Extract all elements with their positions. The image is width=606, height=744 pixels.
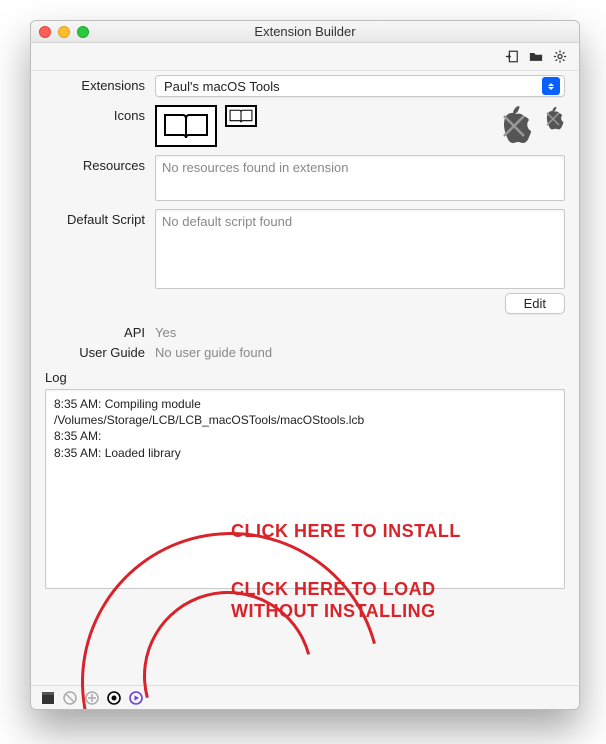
extension-builder-window: Extension Builder Extensions Paul's macO… — [30, 20, 580, 710]
annotation-load-2: WITHOUT INSTALLING — [231, 601, 436, 622]
close-button[interactable] — [39, 26, 51, 38]
user-guide-value: No user guide found — [155, 342, 565, 360]
stop-icon[interactable] — [63, 691, 77, 705]
apple-tools-icon-small — [541, 105, 565, 133]
log-line: 8:35 AM: Compiling module — [54, 396, 556, 412]
import-icon[interactable] — [505, 50, 519, 64]
folder-icon[interactable] — [529, 50, 543, 64]
icon-preview-large[interactable] — [155, 105, 217, 147]
api-label: API — [45, 322, 155, 340]
api-value: Yes — [155, 322, 565, 340]
extensions-value: Paul's macOS Tools — [164, 79, 542, 94]
log-line: 8:35 AM: — [54, 428, 556, 444]
bottom-toolbar — [31, 685, 579, 709]
content-area: Extensions Paul's macOS Tools Icons — [31, 71, 579, 589]
icons-label: Icons — [45, 105, 155, 147]
icon-preview-small[interactable] — [225, 105, 257, 127]
annotation-install: CLICK HERE TO INSTALL — [231, 521, 461, 542]
default-script-label: Default Script — [45, 209, 155, 314]
log-line: /Volumes/Storage/LCB/LCB_macOSTools/macO… — [54, 412, 556, 428]
extensions-label: Extensions — [45, 75, 155, 97]
annotation-load-1: CLICK HERE TO LOAD — [231, 579, 436, 600]
window-title: Extension Builder — [31, 24, 579, 39]
resources-field[interactable]: No resources found in extension — [155, 155, 565, 201]
toolbar — [31, 43, 579, 71]
package-icon[interactable] — [41, 691, 55, 705]
edit-button[interactable]: Edit — [505, 293, 565, 314]
icons-container — [155, 105, 565, 147]
log-label: Log — [45, 370, 565, 385]
titlebar: Extension Builder — [31, 21, 579, 43]
log-output[interactable]: 8:35 AM: Compiling module /Volumes/Stora… — [45, 389, 565, 589]
build-icon[interactable] — [107, 691, 121, 705]
apple-tools-icon-large — [495, 105, 533, 147]
extensions-select[interactable]: Paul's macOS Tools — [155, 75, 565, 97]
zoom-button[interactable] — [77, 26, 89, 38]
log-line: 8:35 AM: Loaded library — [54, 445, 556, 461]
play-icon[interactable] — [129, 691, 143, 705]
traffic-lights — [39, 26, 89, 38]
chevron-updown-icon — [542, 77, 560, 95]
user-guide-label: User Guide — [45, 342, 155, 360]
default-script-field[interactable]: No default script found — [155, 209, 565, 289]
log-section: Log 8:35 AM: Compiling module /Volumes/S… — [45, 370, 565, 589]
resources-label: Resources — [45, 155, 155, 201]
install-icon[interactable] — [85, 691, 99, 705]
minimize-button[interactable] — [58, 26, 70, 38]
gear-icon[interactable] — [553, 50, 567, 64]
